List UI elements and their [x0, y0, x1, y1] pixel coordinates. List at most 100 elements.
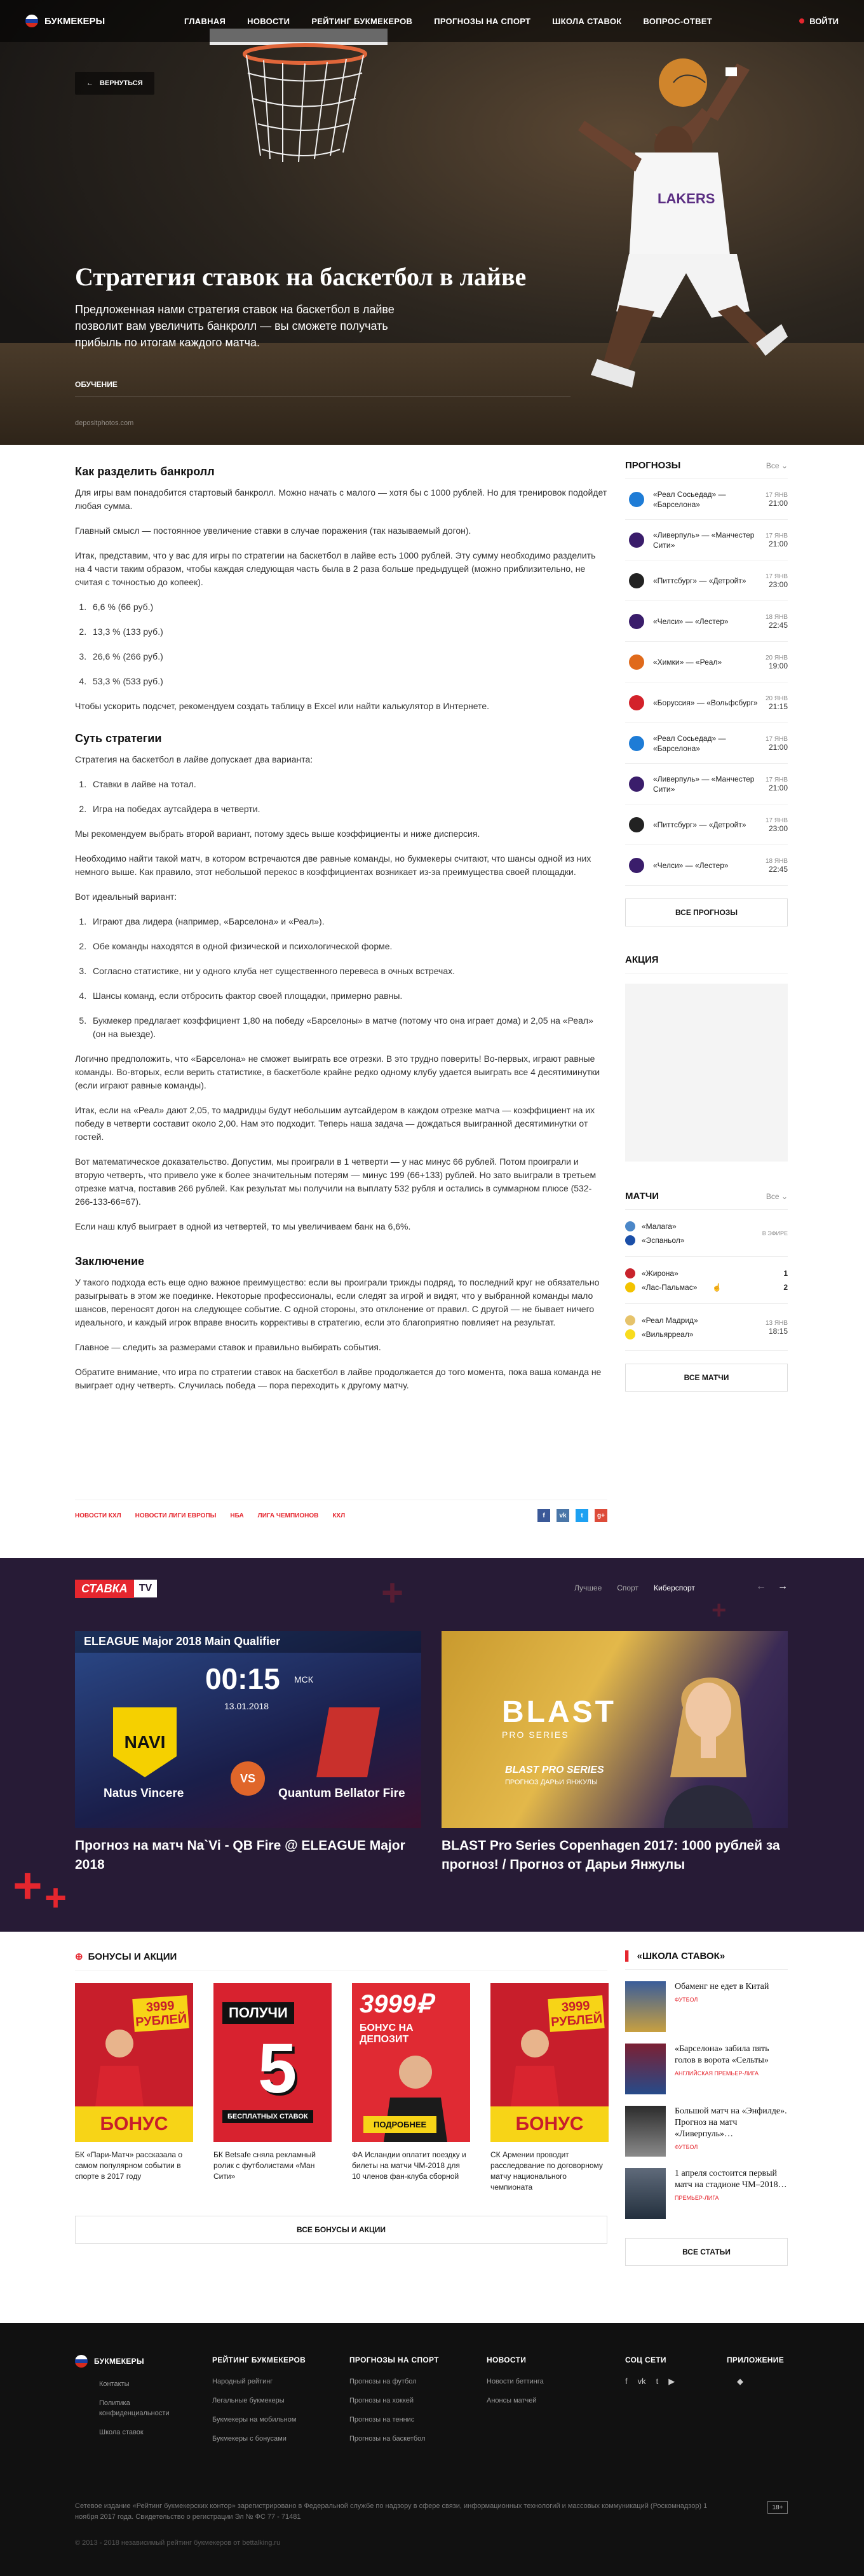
bonuses-section: ⊕ БОНУСЫ И АКЦИИ 3999 РУБЛЕЙ БОНУС БК «П…: [75, 1951, 609, 2244]
footer-col-main: БУКМЕКЕРЫ Контакты Политика конфиденциал…: [75, 2355, 183, 2446]
arrow-right-icon[interactable]: →: [778, 1581, 788, 1592]
footer-link[interactable]: Прогнозы на теннис: [349, 2415, 470, 2425]
article-body: Как разделить банкролл Для игры вам пона…: [75, 460, 607, 1404]
book-icon: ▌: [625, 1951, 632, 1962]
forecast-row[interactable]: «Питтсбург» — «Детройт» 17 ЯНВ 23:00: [625, 560, 788, 601]
tab-esports[interactable]: Киберспорт: [654, 1583, 695, 1592]
nav-item-bookmaker-rating[interactable]: РЕЙТИНГ БУКМЕКЕРОВ: [311, 17, 412, 26]
article-paragraph: Главный смысл — постоянное увеличение ст…: [75, 525, 471, 536]
school-item[interactable]: 1 апреля состоится первый матч на стадио…: [625, 2168, 788, 2219]
team-one-name: Natus Vincere: [104, 1787, 184, 1800]
article-category-link[interactable]: ОБУЧЕНИЕ: [75, 380, 118, 389]
footer-link[interactable]: Прогнозы на баскетбол: [349, 2434, 470, 2444]
school-item[interactable]: Обаменг не едет в Китай ФУТБОЛ: [625, 1981, 788, 2032]
googleplus-icon[interactable]: g+: [595, 1509, 607, 1522]
forecast-row[interactable]: «Челси» — «Лестер» 18 ЯНВ 22:45: [625, 845, 788, 886]
tab-best[interactable]: Лучшее: [574, 1583, 602, 1592]
all-articles-button[interactable]: ВСЕ СТАТЬИ: [625, 2238, 788, 2266]
twitter-icon[interactable]: t: [656, 2376, 659, 2387]
page-lead: Предложенная нами стратегия ставок на ба…: [75, 303, 395, 349]
bonus-card[interactable]: 3999₽ БОНУС НА ДЕПОЗИТ ПОДРОБНЕЕ ФА Исла…: [352, 1983, 470, 2193]
bonus-card-text: ФА Исландии оплатит поездку и билеты на …: [352, 2150, 466, 2181]
list-item: 26,6 % (266 руб.): [89, 650, 607, 663]
arrow-left-icon: ←: [86, 79, 93, 87]
school-item[interactable]: Большой матч на «Энфилде». Прогноз на ма…: [625, 2106, 788, 2157]
vk-icon[interactable]: vk: [638, 2376, 646, 2387]
forecast-teams: «Ливерпуль» — «Манчестер Сити»: [653, 774, 755, 794]
footer-col-title: ПРОГНОЗЫ НА СПОРТ: [349, 2356, 439, 2364]
site-logo[interactable]: БУКМЕКЕРЫ: [25, 15, 184, 27]
forecast-row[interactable]: «Реал Сосьедад» — «Барселона» 17 ЯНВ 21:00: [625, 479, 788, 520]
matches-filter[interactable]: Все ⌄: [766, 1192, 788, 1201]
tv-card-title[interactable]: Прогноз на матч Na`Vi - QB Fire @ ELEAGU…: [75, 1836, 421, 1874]
tag-link[interactable]: НОВОСТИ КХЛ: [75, 1512, 121, 1519]
article-paragraph: Итак, если на «Реал» дают 2,05, то мадри…: [75, 1105, 595, 1142]
bonus-card[interactable]: 3999 РУБЛЕЙ БОНУС СК Армении проводит ра…: [490, 1983, 609, 2193]
promo-header: АКЦИЯ: [625, 954, 788, 973]
twitter-icon[interactable]: t: [576, 1509, 588, 1522]
footer-link[interactable]: Прогнозы на хоккей: [349, 2396, 470, 2406]
facebook-icon[interactable]: f: [625, 2376, 628, 2387]
tv-card-navi[interactable]: ELEAGUE Major 2018 Main Qualifier 00:15 …: [75, 1631, 421, 1828]
back-button[interactable]: ← ВЕРНУТЬСЯ: [75, 72, 154, 95]
tv-card-title[interactable]: BLAST Pro Series Copenhagen 2017: 1000 р…: [442, 1836, 788, 1874]
nav-item-forecasts[interactable]: ПРОГНОЗЫ НА СПОРТ: [434, 17, 530, 26]
forecast-row[interactable]: «Челси» — «Лестер» 18 ЯНВ 22:45: [625, 601, 788, 642]
footer-link[interactable]: Школа ставок: [99, 2427, 183, 2437]
forecast-time: 21:00: [768, 539, 788, 548]
forecast-teams: «Ливерпуль» — «Манчестер Сити»: [653, 530, 755, 550]
footer-link[interactable]: Прогнозы на футбол: [349, 2376, 470, 2387]
nav-item-news[interactable]: НОВОСТИ: [247, 17, 290, 26]
article-paragraph: Для игры вам понадобится стартовый банкр…: [75, 487, 607, 511]
article-list: Ставки в лайве на тотал. Игра на победах…: [89, 778, 607, 816]
tv-card-date: 13.01.2018: [224, 1701, 269, 1711]
all-bonuses-button[interactable]: ВСЕ БОНУСЫ И АКЦИИ: [75, 2216, 607, 2244]
youtube-icon[interactable]: ▶: [668, 2376, 675, 2387]
tv-card-blast[interactable]: BLAST PRO SERIES BLAST PRO SERIES ПРОГНО…: [442, 1631, 788, 1828]
forecasts-filter[interactable]: Все ⌄: [766, 461, 788, 470]
footer-link[interactable]: Анонсы матчей: [487, 2396, 607, 2406]
forecast-row[interactable]: «Реал Сосьедад» — «Барселона» 17 ЯНВ 21:00: [625, 723, 788, 764]
vk-icon[interactable]: vk: [557, 1509, 569, 1522]
forecast-row[interactable]: «Питтсбург» — «Детройт» 17 ЯНВ 23:00: [625, 804, 788, 845]
all-matches-button[interactable]: ВСЕ МАТЧИ: [625, 1364, 788, 1392]
list-item: Играют два лидера (например, «Барселона»…: [89, 915, 607, 928]
forecast-time: 21:00: [768, 498, 788, 508]
footer-logo[interactable]: БУКМЕКЕРЫ: [75, 2355, 183, 2368]
forecast-time: 21:00: [768, 742, 788, 752]
footer-link[interactable]: Новости беттинга: [487, 2376, 607, 2387]
bonus-card[interactable]: 3999 РУБЛЕЙ БОНУС БК «Пари-Матч» рассказ…: [75, 1983, 193, 2193]
nav-item-betting-school[interactable]: ШКОЛА СТАВОК: [552, 17, 621, 26]
school-item[interactable]: «Барселона» забила пять голов в ворота «…: [625, 2044, 788, 2094]
forecast-row[interactable]: «Боруссия» — «Вольфсбург» 20 ЯНВ 21:15: [625, 682, 788, 723]
russia-flag-icon: [25, 15, 38, 27]
match-row[interactable]: «Малага» «Эспаньол» В ЭФИРЕ: [625, 1210, 788, 1257]
facebook-icon[interactable]: f: [537, 1509, 550, 1522]
footer-link[interactable]: Контакты: [99, 2379, 183, 2389]
login-button[interactable]: ВОЙТИ: [799, 17, 839, 26]
forecast-row[interactable]: «Ливерпуль» — «Манчестер Сити» 17 ЯНВ 21:0…: [625, 764, 788, 804]
forecasts-title: ПРОГНОЗЫ: [625, 460, 681, 471]
footer-link[interactable]: Народный рейтинг: [212, 2376, 333, 2387]
footer-link[interactable]: Букмекеры на мобильном: [212, 2415, 333, 2425]
promo-banner-placeholder[interactable]: [625, 984, 788, 1162]
footer-link[interactable]: Букмекеры с бонусами: [212, 2434, 333, 2444]
all-forecasts-button[interactable]: ВСЕ ПРОГНОЗЫ: [625, 898, 788, 926]
tag-link[interactable]: НОВОСТИ ЛИГИ ЕВРОПЫ: [135, 1512, 217, 1519]
tab-sport[interactable]: Спорт: [617, 1583, 638, 1592]
footer-link[interactable]: Легальные букмекеры: [212, 2396, 333, 2406]
tag-link[interactable]: НБА: [230, 1512, 243, 1519]
match-row[interactable]: «Жирона» «Лас-Пальмас» ☝ 1 2: [625, 1257, 788, 1304]
stavka-tv-logo[interactable]: СТАВКА TV: [75, 1578, 158, 1599]
footer-link[interactable]: Политика конфиденциальности: [99, 2398, 183, 2418]
tag-link[interactable]: ЛИГА ЧЕМПИОНОВ: [258, 1512, 319, 1519]
forecast-row[interactable]: «Химки» — «Реал» 20 ЯНВ 19:00: [625, 642, 788, 682]
tag-link[interactable]: КХЛ: [332, 1512, 345, 1519]
arrow-left-icon[interactable]: ←: [756, 1581, 766, 1592]
forecast-row[interactable]: «Ливерпуль» — «Манчестер Сити» 17 ЯНВ 21:0…: [625, 520, 788, 560]
android-icon[interactable]: ◆: [737, 2376, 743, 2387]
nav-item-faq[interactable]: ВОПРОС-ОТВЕТ: [644, 17, 713, 26]
match-row[interactable]: «Реал Мадрид» «Вильярреал» 13 ЯНВ 18:15: [625, 1304, 788, 1351]
bonus-card[interactable]: ПОЛУЧИ 5 БЕСПЛАТНЫХ СТАВОК БК Betsafe сн…: [213, 1983, 332, 2193]
nav-item-home[interactable]: ГЛАВНАЯ: [184, 17, 226, 26]
